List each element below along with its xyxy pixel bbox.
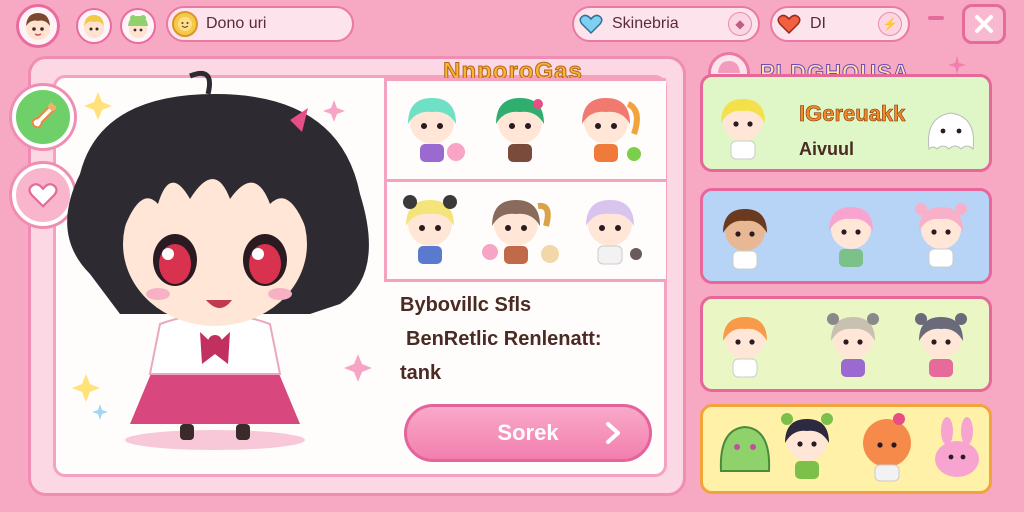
gallery-item-1[interactable]: [394, 90, 474, 170]
profile-name-chip[interactable]: Dono uri: [166, 6, 354, 42]
gallery-item-5[interactable]: [480, 190, 566, 270]
card1-character: [721, 99, 765, 160]
lightning-icon[interactable]: ⚡: [878, 12, 902, 36]
gallery-item-6[interactable]: [574, 190, 654, 270]
avatar-brown-hair-icon: [26, 13, 50, 40]
select-button-label: Sorek: [497, 420, 559, 445]
gallery-item-3[interactable]: [568, 90, 648, 170]
card2-character-c: [915, 203, 967, 268]
search-chip[interactable]: Skinebria ◆: [572, 6, 760, 42]
heart-icon: [776, 11, 802, 37]
smiley-icon: [172, 11, 198, 37]
avatar-blonde-icon: [84, 15, 104, 38]
top-bar: Dono uri Skinebria ◆ DI ⚡: [0, 0, 1024, 52]
card1-title: IGereuakk: [799, 101, 906, 127]
character-card-2[interactable]: [700, 188, 992, 284]
minimize-button[interactable]: [924, 12, 948, 36]
character-description-line3: tank: [400, 362, 442, 384]
sparkle-icon: [948, 56, 966, 74]
gallery-item-4[interactable]: [394, 190, 474, 270]
card2-character-b: [829, 207, 873, 267]
profile-name-label: Dono uri: [206, 15, 267, 32]
close-button[interactable]: [962, 4, 1006, 44]
chevron-right-icon: [606, 422, 620, 444]
character-card-4[interactable]: [700, 404, 992, 494]
card4-character-a: [781, 413, 833, 479]
gallery-divider: [387, 179, 666, 182]
heart-icon: [578, 11, 604, 37]
second-chip-label: DI: [810, 15, 826, 32]
card3-character-b: [827, 313, 879, 377]
chip-toggle-icon[interactable]: ◆: [728, 12, 752, 36]
avatar-frog-hat-icon: [128, 15, 148, 38]
card3-character-a: [723, 317, 767, 378]
minimize-icon: [928, 16, 944, 20]
search-chip-label: Skinebria: [612, 15, 679, 32]
card1-subtitle: Aivuul: [799, 139, 855, 159]
character-description-line1: Bybovillc Sfls: [400, 294, 532, 316]
second-chip[interactable]: DI ⚡: [770, 6, 910, 42]
close-icon: [975, 15, 993, 33]
character-card-1[interactable]: IGereuakk Aivuul: [700, 74, 992, 172]
friend-avatar-blonde[interactable]: [76, 8, 112, 44]
card4-character-b: [863, 413, 911, 482]
character-description-line2: BenRetlic Renlenatt:: [406, 328, 602, 350]
friend-avatar-frog[interactable]: [120, 8, 156, 44]
main-character: [67, 70, 372, 450]
card3-character-c: [915, 313, 967, 377]
card4-slime-pet: [719, 425, 771, 472]
gallery-item-2[interactable]: [482, 90, 562, 170]
ghost-pet-icon: [927, 112, 975, 151]
card2-character-a: [723, 209, 767, 270]
player-avatar[interactable]: [16, 4, 60, 48]
character-card-3[interactable]: [700, 296, 992, 392]
card4-bunny-pet: [935, 417, 979, 477]
select-button[interactable]: Sorek: [404, 404, 652, 462]
